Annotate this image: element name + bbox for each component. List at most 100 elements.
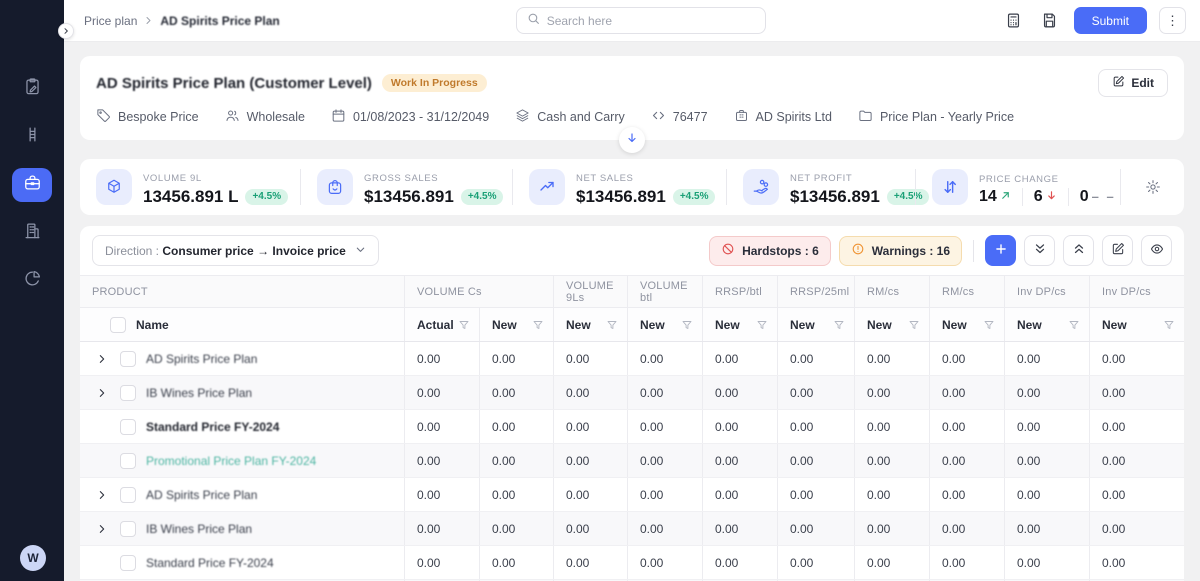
select-all-checkbox[interactable] — [110, 317, 126, 333]
value-cell[interactable]: 0.00 — [778, 444, 855, 477]
expand-all-button[interactable] — [1063, 235, 1094, 266]
sidebar-item-ladder[interactable] — [12, 120, 52, 154]
row-checkbox[interactable] — [120, 351, 136, 367]
value-cell[interactable]: 0.00 — [1090, 546, 1184, 579]
value-cell[interactable]: 0.00 — [930, 512, 1005, 545]
filter-icon[interactable] — [606, 319, 618, 331]
row-name[interactable]: AD Spirits Price Plan — [146, 488, 257, 502]
value-cell[interactable]: 0.00 — [1090, 512, 1184, 545]
value-cell[interactable]: 0.00 — [1005, 444, 1090, 477]
warnings-pill[interactable]: Warnings : 16 — [839, 236, 962, 266]
value-cell[interactable]: 0.00 — [778, 478, 855, 511]
value-cell[interactable]: 0.00 — [930, 342, 1005, 375]
row-checkbox[interactable] — [120, 453, 136, 469]
row-checkbox[interactable] — [120, 385, 136, 401]
value-cell[interactable]: 0.00 — [554, 478, 628, 511]
value-cell[interactable]: 0.00 — [778, 512, 855, 545]
value-cell[interactable]: 0.00 — [480, 444, 554, 477]
row-expand-chevron-icon[interactable] — [94, 524, 110, 534]
edit-button[interactable]: Edit — [1098, 69, 1168, 97]
row-name[interactable]: IB Wines Price Plan — [146, 522, 252, 536]
value-cell[interactable]: 0.00 — [554, 546, 628, 579]
value-cell[interactable]: 0.00 — [703, 546, 778, 579]
value-cell[interactable]: 0.00 — [855, 342, 930, 375]
value-cell[interactable]: 0.00 — [405, 376, 480, 409]
value-cell[interactable]: 0.00 — [480, 478, 554, 511]
value-cell[interactable]: 0.00 — [1005, 478, 1090, 511]
value-cell[interactable]: 0.00 — [855, 410, 930, 443]
value-cell[interactable]: 0.00 — [480, 410, 554, 443]
value-cell[interactable]: 0.00 — [628, 342, 703, 375]
value-cell[interactable]: 0.00 — [930, 444, 1005, 477]
value-cell[interactable]: 0.00 — [628, 546, 703, 579]
row-name[interactable]: IB Wines Price Plan — [146, 386, 252, 400]
row-name[interactable]: Standard Price FY-2024 — [146, 420, 279, 434]
value-cell[interactable]: 0.00 — [480, 512, 554, 545]
filter-icon[interactable] — [1068, 319, 1080, 331]
calculator-button[interactable] — [1002, 9, 1026, 33]
value-cell[interactable]: 0.00 — [628, 478, 703, 511]
value-cell[interactable]: 0.00 — [1090, 376, 1184, 409]
sidebar-item-analytics[interactable] — [12, 264, 52, 298]
filter-icon[interactable] — [532, 319, 544, 331]
sidebar-item-plans[interactable] — [12, 72, 52, 106]
value-cell[interactable]: 0.00 — [778, 546, 855, 579]
value-cell[interactable]: 0.00 — [1090, 444, 1184, 477]
value-cell[interactable]: 0.00 — [703, 342, 778, 375]
sidebar-item-price-plans[interactable] — [12, 168, 52, 202]
add-button[interactable] — [985, 235, 1016, 266]
value-cell[interactable]: 0.00 — [1005, 546, 1090, 579]
value-cell[interactable]: 0.00 — [703, 376, 778, 409]
value-cell[interactable]: 0.00 — [778, 342, 855, 375]
value-cell[interactable]: 0.00 — [1090, 410, 1184, 443]
edit-table-button[interactable] — [1102, 235, 1133, 266]
filter-icon[interactable] — [1163, 319, 1175, 331]
value-cell[interactable]: 0.00 — [554, 512, 628, 545]
hardstops-pill[interactable]: Hardstops : 6 — [709, 236, 831, 266]
value-cell[interactable]: 0.00 — [1090, 478, 1184, 511]
row-name[interactable]: Standard Price FY-2024 — [146, 556, 274, 570]
value-cell[interactable]: 0.00 — [855, 376, 930, 409]
value-cell[interactable]: 0.00 — [480, 376, 554, 409]
value-cell[interactable]: 0.00 — [930, 410, 1005, 443]
value-cell[interactable]: 0.00 — [628, 512, 703, 545]
value-cell[interactable]: 0.00 — [1005, 342, 1090, 375]
value-cell[interactable]: 0.00 — [703, 478, 778, 511]
value-cell[interactable]: 0.00 — [405, 410, 480, 443]
value-cell[interactable]: 0.00 — [554, 376, 628, 409]
value-cell[interactable]: 0.00 — [778, 410, 855, 443]
value-cell[interactable]: 0.00 — [405, 342, 480, 375]
row-expand-chevron-icon[interactable] — [94, 354, 110, 364]
value-cell[interactable]: 0.00 — [480, 342, 554, 375]
value-cell[interactable]: 0.00 — [703, 512, 778, 545]
value-cell[interactable]: 0.00 — [703, 410, 778, 443]
value-cell[interactable]: 0.00 — [778, 376, 855, 409]
value-cell[interactable]: 0.00 — [1005, 376, 1090, 409]
value-cell[interactable]: 0.00 — [405, 444, 480, 477]
kpi-settings-button[interactable] — [1120, 169, 1184, 205]
collapse-all-button[interactable] — [1024, 235, 1055, 266]
value-cell[interactable]: 0.00 — [405, 478, 480, 511]
filter-icon[interactable] — [908, 319, 920, 331]
breadcrumb-parent[interactable]: Price plan — [84, 14, 137, 28]
value-cell[interactable]: 0.00 — [628, 410, 703, 443]
filter-icon[interactable] — [983, 319, 995, 331]
value-cell[interactable]: 0.00 — [1005, 512, 1090, 545]
value-cell[interactable]: 0.00 — [703, 444, 778, 477]
value-cell[interactable]: 0.00 — [628, 376, 703, 409]
value-cell[interactable]: 0.00 — [1005, 410, 1090, 443]
row-checkbox[interactable] — [120, 521, 136, 537]
value-cell[interactable]: 0.00 — [855, 478, 930, 511]
save-button[interactable] — [1038, 9, 1062, 33]
row-checkbox[interactable] — [120, 487, 136, 503]
user-avatar[interactable]: W — [20, 545, 46, 571]
value-cell[interactable]: 0.00 — [855, 512, 930, 545]
more-options-button[interactable]: ⋮ — [1159, 7, 1186, 34]
row-checkbox[interactable] — [120, 419, 136, 435]
search-box[interactable] — [516, 7, 766, 34]
submit-button[interactable]: Submit — [1074, 7, 1147, 34]
row-expand-chevron-icon[interactable] — [94, 490, 110, 500]
filter-icon[interactable] — [681, 319, 693, 331]
visibility-button[interactable] — [1141, 235, 1172, 266]
direction-select[interactable]: Direction : Consumer price → Invoice pri… — [92, 235, 379, 266]
